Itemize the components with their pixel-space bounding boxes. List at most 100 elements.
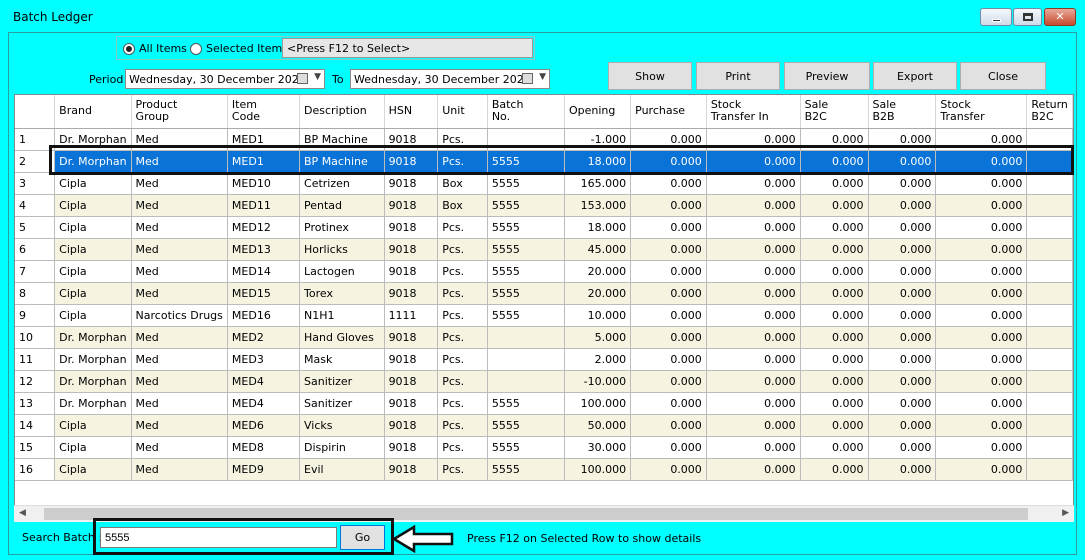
table-cell	[1026, 348, 1073, 371]
minimize-button[interactable]	[980, 8, 1012, 26]
to-date-picker[interactable]: Wednesday, 30 December 2020 ▼	[350, 69, 550, 89]
table-row[interactable]: 15 Cipla Med MED8 Dispirin 9018 Pcs. 5555 30.000…	[15, 436, 1073, 459]
column-header[interactable]: Stock Transfer	[935, 95, 1028, 129]
column-header[interactable]: Brand	[54, 95, 132, 129]
table-cell: 0.000	[630, 260, 707, 283]
table-cell: 5555	[487, 194, 565, 217]
column-header[interactable]: HSN	[384, 95, 439, 129]
table-cell: 30.000	[564, 436, 632, 459]
table-row[interactable]: 10 Dr. Morphan Med MED2 Hand Gloves 9018 Pcs. 5…	[15, 326, 1073, 349]
table-cell: Med	[131, 348, 228, 371]
column-header[interactable]: Batch No.	[487, 95, 565, 129]
table-row[interactable]: 12 Dr. Morphan Med MED4 Sanitizer 9018 Pcs. -10…	[15, 370, 1073, 393]
table-row[interactable]: 8 Cipla Med MED15 Torex 9018 Pcs. 5555 20.000 0.0…	[15, 282, 1073, 305]
table-cell: 0.000	[630, 326, 707, 349]
table-row[interactable]: 6 Cipla Med MED13 Horlicks 9018 Pcs. 5555 45.000…	[15, 238, 1073, 261]
scroll-left-icon[interactable]: ◀	[19, 508, 26, 518]
table-cell: 9018	[384, 370, 439, 393]
to-label: To	[332, 73, 344, 86]
table-cell: 0.000	[935, 414, 1028, 437]
scroll-right-icon[interactable]: ▶	[1062, 508, 1069, 518]
column-header[interactable]: Purchase	[630, 95, 707, 129]
table-row[interactable]: 5 Cipla Med MED12 Protinex 9018 Pcs. 5555 18.000…	[15, 216, 1073, 239]
column-header[interactable]: Stock Transfer In	[706, 95, 801, 129]
row-number: 10	[15, 326, 56, 349]
table-row[interactable]: 3 Cipla Med MED10 Cetrizen 9018 Box 5555 165.000…	[15, 172, 1073, 195]
table-cell: Pcs.	[437, 282, 488, 305]
table-cell: 5555	[487, 458, 565, 481]
go-button[interactable]: Go	[340, 525, 385, 550]
column-header[interactable]: Unit	[437, 95, 488, 129]
table-row[interactable]: 4 Cipla Med MED11 Pentad 9018 Box 5555 153.000 0.…	[15, 194, 1073, 217]
export-button[interactable]: Export	[873, 62, 957, 90]
print-button[interactable]: Print	[696, 62, 780, 90]
selected-item-radio[interactable]: Selected Item	[190, 42, 282, 55]
column-header[interactable]: Description	[299, 95, 385, 129]
table-cell	[1026, 304, 1073, 327]
column-header[interactable]: Sale B2B	[868, 95, 937, 129]
table-cell: 0.000	[706, 194, 801, 217]
table-row[interactable]: 13 Dr. Morphan Med MED4 Sanitizer 9018 Pcs. 555…	[15, 392, 1073, 415]
table-cell: 0.000	[868, 304, 937, 327]
table-cell: MED3	[227, 348, 301, 371]
preview-button[interactable]: Preview	[784, 62, 870, 90]
close-window-button[interactable]: ✕	[1044, 8, 1076, 26]
table-cell: 0.000	[800, 436, 869, 459]
table-cell: 0.000	[868, 348, 937, 371]
table-cell: 18.000	[564, 216, 632, 239]
from-date-picker[interactable]: Wednesday, 30 December 2020 ▼	[125, 69, 325, 89]
table-cell: Dr. Morphan	[54, 348, 132, 371]
column-header[interactable]: Sale B2C	[800, 95, 869, 129]
table-cell: 0.000	[800, 194, 869, 217]
table-cell: MED8	[227, 436, 301, 459]
table-cell: 0.000	[630, 370, 707, 393]
search-batch-input[interactable]	[100, 527, 337, 548]
column-header[interactable]: Return B2C	[1026, 95, 1073, 129]
table-cell: Med	[131, 260, 228, 283]
table-cell: Cipla	[54, 436, 132, 459]
table-cell	[1026, 238, 1073, 261]
table-cell: Pcs.	[437, 348, 488, 371]
table-row[interactable]: 7 Cipla Med MED14 Lactogen 9018 Pcs. 5555 20.000…	[15, 260, 1073, 283]
table-cell: 9018	[384, 436, 439, 459]
column-header[interactable]	[15, 95, 56, 129]
radio-dot-icon	[123, 42, 135, 55]
maximize-button[interactable]	[1013, 8, 1042, 26]
table-cell: MED6	[227, 414, 301, 437]
row-number: 8	[15, 282, 56, 305]
row-number: 11	[15, 348, 56, 371]
selected-item-field[interactable]: <Press F12 to Select>	[282, 38, 533, 58]
row-number: 16	[15, 458, 56, 481]
table-cell: 0.000	[935, 216, 1028, 239]
table-cell: 0.000	[706, 370, 801, 393]
table-cell: 0.000	[868, 414, 937, 437]
table-cell	[1026, 260, 1073, 283]
table-cell: 0.000	[935, 392, 1028, 415]
table-cell: 0.000	[706, 172, 801, 195]
table-row[interactable]: 16 Cipla Med MED9 Evil 9018 Pcs. 5555 100.000 0.0…	[15, 458, 1073, 481]
column-header[interactable]: Product Group	[131, 95, 228, 129]
table-cell: MED9	[227, 458, 301, 481]
close-button[interactable]: Close	[960, 62, 1046, 90]
table-cell: 0.000	[868, 392, 937, 415]
column-header[interactable]: Item Code	[227, 95, 301, 129]
table-cell: 0.000	[800, 392, 869, 415]
show-button[interactable]: Show	[608, 62, 692, 90]
table-row[interactable]: 9 Cipla Narcotics Drugs MED16 N1H1 1111 Pcs. 55…	[15, 304, 1073, 327]
table-row[interactable]: 11 Dr. Morphan Med MED3 Mask 9018 Pcs. 2.000 0.0…	[15, 348, 1073, 371]
table-cell: 0.000	[630, 458, 707, 481]
table-cell: Cipla	[54, 282, 132, 305]
table-cell: Med	[131, 392, 228, 415]
column-header[interactable]: Opening	[564, 95, 632, 129]
table-row[interactable]: 14 Cipla Med MED6 Vicks 9018 Pcs. 5555 50.000 0.0…	[15, 414, 1073, 437]
arrow-left-icon	[392, 524, 454, 554]
all-items-radio[interactable]: All Items	[123, 42, 187, 55]
table-cell: 9018	[384, 458, 439, 481]
table-cell: MED2	[227, 326, 301, 349]
table-cell: 10.000	[564, 304, 632, 327]
table-cell: 0.000	[630, 216, 707, 239]
table-cell	[1026, 194, 1073, 217]
table-cell: Hand Gloves	[299, 326, 385, 349]
table-cell: 9018	[384, 194, 439, 217]
table-cell: MED12	[227, 216, 301, 239]
